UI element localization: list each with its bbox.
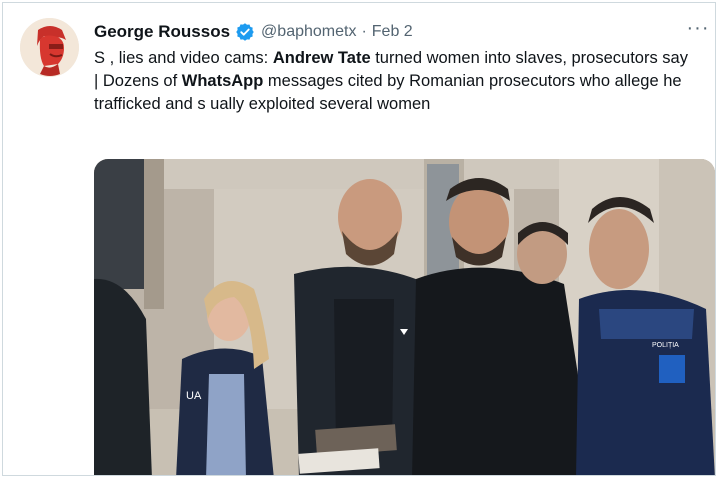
tweet-media-photo[interactable]: UA POLIȚIA [94, 159, 715, 475]
more-options-icon[interactable]: ··· [683, 17, 713, 41]
tweet-bold-app: WhatsApp [181, 72, 264, 90]
tweet-card: George Roussos @baphometx · Feb 2 ··· S … [2, 2, 716, 476]
police-badge-text: POLIȚIA [652, 342, 679, 349]
tweet-bold-name: Andrew Tate [272, 49, 371, 67]
verified-badge-icon [235, 22, 255, 42]
photo-scene: UA POLIȚIA [94, 159, 715, 475]
avatar[interactable] [20, 18, 79, 77]
author-handle[interactable]: @baphometx [261, 23, 356, 41]
header-separator: · [361, 23, 367, 40]
avatar-portrait-icon [20, 18, 79, 77]
tweet-date[interactable]: Feb 2 [372, 23, 413, 41]
author-name[interactable]: George Roussos [94, 22, 230, 42]
tweet-text-part: S , lies and video cams: [94, 49, 273, 67]
uniform-logo: UA [186, 390, 202, 402]
tweet-text: S , lies and video cams: Andrew Tate tur… [94, 47, 694, 116]
tweet-header: George Roussos @baphometx · Feb 2 [94, 21, 413, 43]
